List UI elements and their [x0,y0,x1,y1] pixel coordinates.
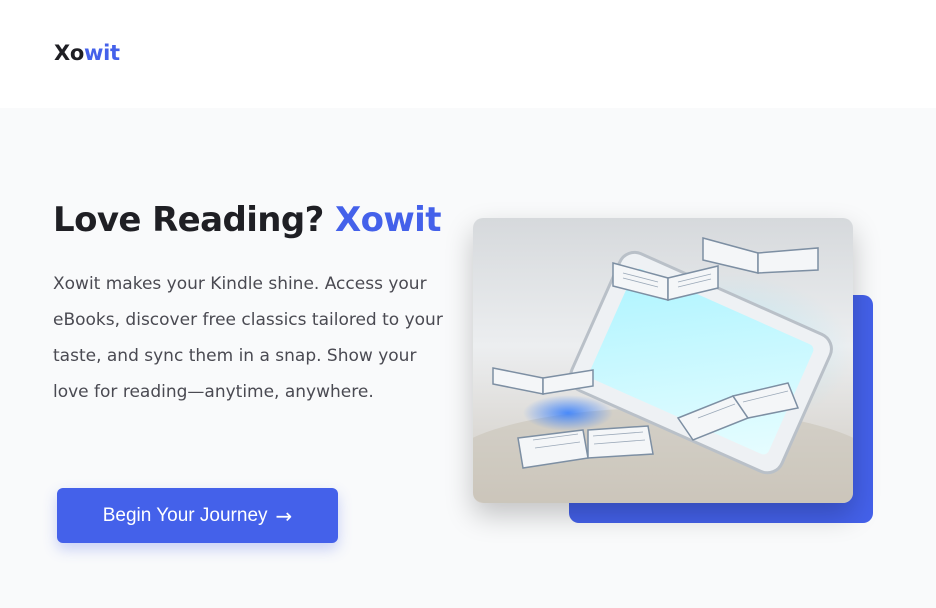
brand-name-part2: wit [84,41,120,65]
brand-logo[interactable]: Xowit [54,40,120,66]
hero-description: Xowit makes your Kindle shine. Access yo… [53,274,443,402]
headline-accent: Xowit [334,200,441,240]
hero-headline: Love Reading? Xowit [53,199,473,241]
arrow-right-icon: → [275,503,293,528]
cta-label: Begin Your Journey [102,504,268,526]
headline-main: Love Reading? [53,200,324,240]
e-reader-books-illustration [473,218,853,503]
brand-name-part1: Xo [54,41,85,65]
begin-journey-button[interactable]: Begin Your Journey → [57,488,338,543]
hero-image [473,218,853,503]
site-header: Xowit [0,0,936,108]
